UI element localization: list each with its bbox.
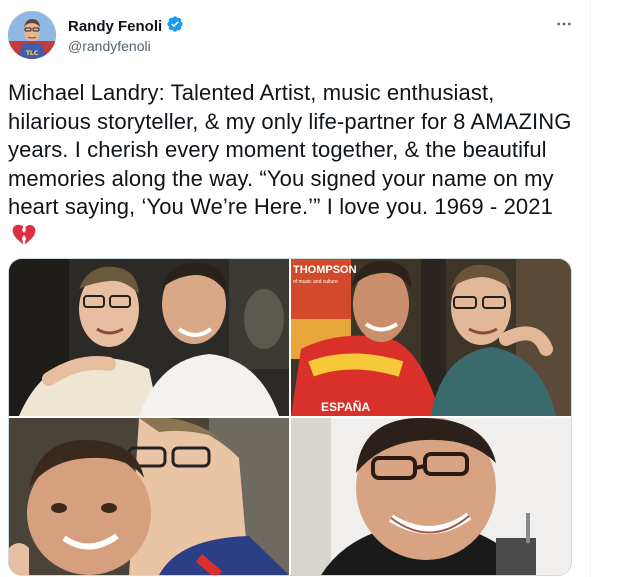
photo-2-image: THOMPSON of music and culture ESPAÑA [291,259,571,416]
photo-sign-text: THOMPSON [293,264,357,276]
tweet-body: Michael Landry: Talented Artist, music e… [8,80,572,219]
photo-two-men-closeup[interactable] [9,418,289,575]
photo-two-men-thompson-sign[interactable]: THOMPSON of music and culture ESPAÑA [291,259,571,416]
photo-sign-subtext: of music and culture [293,279,338,285]
media-grid[interactable]: THOMPSON of music and culture ESPAÑA [8,258,572,576]
broken-heart-icon [12,224,36,254]
tweet-text: Michael Landry: Talented Artist, music e… [8,79,578,253]
verified-badge-icon [166,15,184,38]
author-handle[interactable]: @randyfenoli [68,38,151,54]
more-options-icon[interactable] [552,12,576,36]
photo-man-with-glasses-smiling[interactable] [291,418,571,575]
photo-1-image [9,259,289,416]
column-divider [590,0,591,577]
avatar[interactable]: TLC [8,11,56,59]
avatar-photo-icon: TLC [8,11,56,59]
photo-two-men-dark-background[interactable] [9,259,289,416]
author-display-name[interactable]: Randy Fenoli [68,18,162,35]
author-name-row[interactable]: Randy Fenoli [68,15,184,38]
svg-text:TLC: TLC [26,50,39,57]
photo-4-image [291,418,571,575]
photo-3-image [9,418,289,575]
tweet-card: TLC Randy Fenoli @randyfenoli Michael La… [0,0,621,577]
photo-jersey-text: ESPAÑA [321,399,370,414]
